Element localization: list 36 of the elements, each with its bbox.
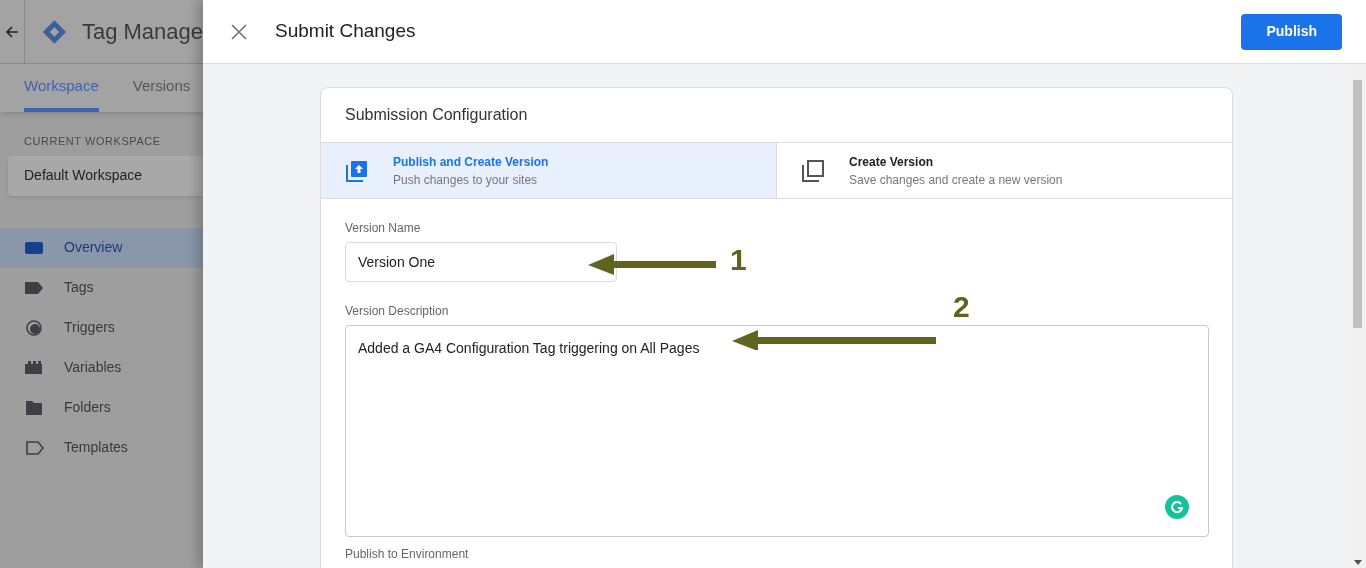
- upload-stack-icon: [345, 158, 369, 183]
- dialog-title: Submit Changes: [275, 19, 416, 44]
- version-name-field[interactable]: Version One: [345, 242, 617, 282]
- workspace-selector[interactable]: Default Workspace: [8, 155, 203, 196]
- copy-icon: [801, 158, 825, 183]
- submission-option[interactable]: Publish and Create Version Push changes to your sites: [321, 143, 776, 198]
- variable-icon: [24, 358, 44, 377]
- sidebar-item[interactable]: Templates: [0, 427, 203, 468]
- sidebar-item[interactable]: Triggers: [0, 307, 203, 348]
- close-icon[interactable]: [230, 22, 248, 41]
- option-title: Publish and Create Version: [393, 153, 549, 171]
- field-label: Version Description: [345, 303, 449, 320]
- nav-tab[interactable]: Workspace: [24, 64, 99, 112]
- scrollbar-thumb[interactable]: [1353, 80, 1362, 328]
- annotation-number: 1: [730, 245, 747, 275]
- option-subtitle: Save changes and create a new version: [849, 171, 1063, 189]
- option-subtitle: Push changes to your sites: [393, 171, 539, 189]
- grammar-assistant-icon[interactable]: [1165, 495, 1189, 519]
- template-icon: [24, 438, 44, 457]
- sidebar-item[interactable]: Folders: [0, 387, 203, 428]
- sidebar-item[interactable]: Overview: [0, 227, 203, 268]
- publish-button[interactable]: Publish: [1241, 13, 1342, 50]
- sidebar-item[interactable]: Tags: [0, 267, 203, 308]
- field-label: Version Name: [345, 220, 421, 237]
- folder-icon: [24, 398, 44, 417]
- app-title: Tag Manage: [81, 18, 203, 46]
- option-title: Create Version: [849, 153, 935, 171]
- annotation-number: 2: [953, 292, 970, 322]
- card-title: Submission Configuration: [345, 105, 528, 125]
- version-description-field[interactable]: Added a GA4 Configuration Tag triggering on All Pages: [345, 325, 1209, 537]
- scroll-down-icon[interactable]: [1353, 560, 1362, 565]
- nav-tab[interactable]: Versions: [132, 64, 191, 112]
- field-label: Publish to Environment: [345, 547, 469, 561]
- trigger-icon: [24, 318, 44, 337]
- section-label: CURRENT WORKSPACE: [24, 134, 162, 149]
- sidebar-item[interactable]: Variables: [0, 347, 203, 388]
